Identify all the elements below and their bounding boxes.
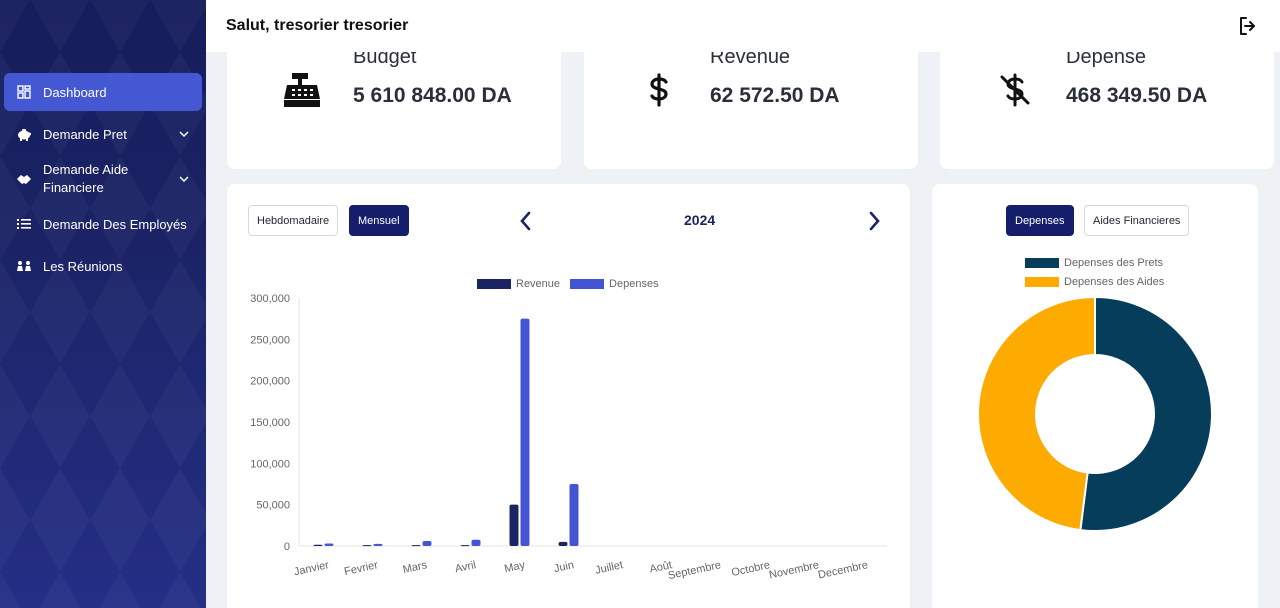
y-tick-label: 0 — [284, 541, 290, 553]
x-tick-label: Juin — [553, 559, 575, 575]
y-tick-label: 200,000 — [250, 376, 290, 388]
dollar-slash-icon — [995, 70, 1035, 110]
stat-value: 62 572.50 DA — [710, 84, 840, 107]
donut-slice-prets[interactable] — [1079, 295, 1213, 532]
top-bar: Salut, tresorier tresorier — [206, 0, 1280, 52]
logout-icon[interactable] — [1236, 14, 1260, 38]
bar-depenses[interactable] — [520, 318, 530, 546]
handshake-icon — [16, 171, 32, 187]
sidebar-item-label: Demande Pret — [43, 126, 127, 142]
donut-chart — [977, 295, 1213, 532]
bar-revenue[interactable] — [509, 504, 519, 546]
greeting: Salut, tresorier tresorier — [226, 17, 409, 34]
x-tick-label: Fevrier — [343, 559, 379, 578]
dashboard-icon — [16, 84, 32, 100]
x-tick-label: Octobre — [730, 559, 771, 579]
sidebar-nav: Dashboard Demande Pret Demande Aide Fina… — [4, 73, 202, 289]
bar-depenses[interactable] — [422, 541, 432, 546]
x-tick-label: Avril — [454, 559, 477, 575]
y-tick-label: 250,000 — [250, 334, 290, 346]
x-tick-label: Septembre — [667, 559, 722, 582]
stat-value: 468 349.50 DA — [1066, 84, 1208, 107]
chevron-down-icon — [178, 128, 190, 140]
people-icon — [16, 258, 32, 274]
sidebar-item-label: Dashboard — [43, 84, 107, 100]
piggy-bank-icon — [16, 126, 32, 142]
bar-chart: 300,000 250,000 200,000 150,000 100,000 50,00… — [250, 293, 887, 582]
bar-depenses[interactable] — [569, 484, 579, 546]
sidebar: Dashboard Demande Pret Demande Aide Fina… — [0, 0, 206, 608]
chevron-down-icon — [178, 173, 190, 185]
y-tick-label: 100,000 — [250, 458, 290, 470]
sidebar-item-reunions[interactable]: Les Réunions — [4, 247, 202, 285]
sidebar-item-label: Les Réunions — [43, 258, 123, 274]
bar-chart-card: Hebdomadaire Mensuel 2024 Revenue Depens… — [227, 184, 910, 608]
sidebar-item-demande-aide[interactable]: Demande Aide Financiere — [4, 157, 202, 201]
x-tick-label: Juillet — [594, 559, 624, 577]
bar-depenses[interactable] — [373, 543, 383, 546]
sidebar-item-dashboard[interactable]: Dashboard — [4, 73, 202, 111]
bar-revenue[interactable] — [558, 541, 568, 546]
sidebar-item-employes[interactable]: Demande Des Employés — [4, 205, 202, 243]
sidebar-item-label: Demande Des Employés — [43, 216, 187, 232]
bar-depenses[interactable] — [324, 543, 334, 546]
y-tick-label: 300,000 — [250, 293, 290, 305]
y-tick-label: 150,000 — [250, 417, 290, 429]
dollar-icon — [639, 70, 679, 110]
x-tick-label: Decembre — [817, 559, 869, 581]
bar-revenue[interactable] — [411, 545, 421, 547]
list-icon — [16, 216, 32, 232]
sidebar-item-label: Demande Aide Financiere — [43, 162, 129, 195]
bar-depenses[interactable] — [471, 539, 481, 546]
x-tick-label: Mars — [402, 559, 429, 576]
bar-revenue[interactable] — [362, 545, 372, 547]
stat-value: 5 610 848.00 DA — [353, 84, 512, 107]
bar-revenue[interactable] — [313, 544, 323, 546]
cash-register-icon — [282, 70, 322, 110]
x-tick-label: May — [503, 559, 526, 575]
y-tick-label: 50,000 — [256, 500, 290, 512]
pie-chart-card: Depenses Aides Financieres Depenses des … — [932, 184, 1258, 608]
donut-slice-aides[interactable] — [977, 295, 1096, 532]
x-tick-label: Novembre — [768, 559, 820, 581]
sidebar-item-demande-pret[interactable]: Demande Pret — [4, 115, 202, 153]
bar-revenue[interactable] — [460, 545, 470, 547]
x-tick-label: Janvier — [293, 559, 331, 578]
